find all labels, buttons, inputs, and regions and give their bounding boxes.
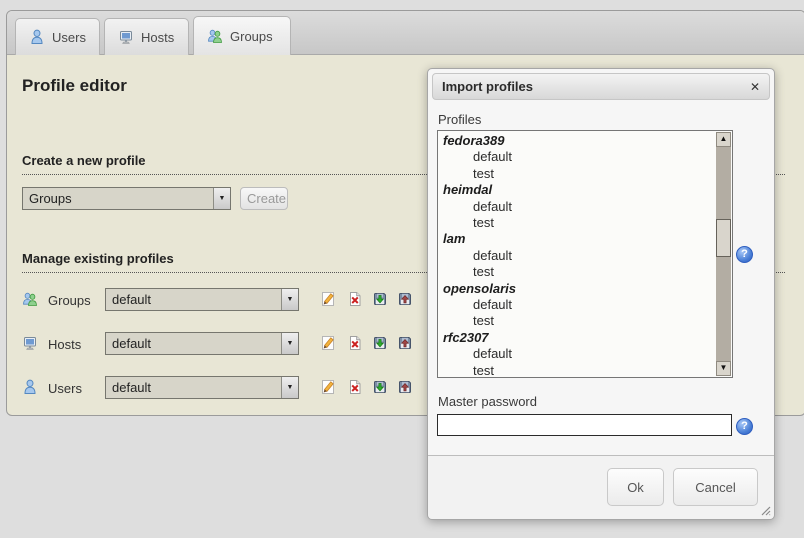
selected-value: default (106, 333, 281, 354)
chevron-down-icon: ▼ (287, 340, 294, 347)
tab-groups[interactable]: Groups (193, 16, 291, 55)
import-icon[interactable] (372, 291, 388, 312)
dialog-title: Import profiles (442, 79, 533, 94)
profile-option[interactable]: default (443, 346, 716, 362)
select-dropdown-button[interactable]: ▼ (281, 289, 298, 310)
help-icon[interactable]: ? (736, 246, 753, 263)
chevron-down-icon: ▼ (219, 195, 226, 202)
profile-group: lam (443, 231, 716, 247)
profile-group: fedora389 (443, 133, 716, 149)
group-icon (207, 28, 223, 44)
profile-option[interactable]: default (443, 297, 716, 313)
user-icon (22, 379, 38, 400)
selected-value: default (106, 377, 281, 398)
delete-icon[interactable] (347, 335, 363, 356)
profile-option[interactable]: default (443, 149, 716, 165)
select-dropdown-button[interactable]: ▼ (281, 333, 298, 354)
host-icon (22, 335, 38, 356)
row-type-label: Groups (48, 293, 91, 308)
dialog-footer: Ok Cancel (428, 455, 774, 519)
dialog-titlebar[interactable]: Import profiles ✕ (432, 73, 770, 100)
import-icon[interactable] (372, 335, 388, 356)
profile-option[interactable]: test (443, 215, 716, 231)
page-title: Profile editor (22, 76, 127, 96)
groups-profile-select[interactable]: default ▼ (105, 288, 299, 311)
host-icon (118, 29, 134, 45)
help-icon[interactable]: ? (736, 418, 753, 435)
tab-label: Groups (230, 29, 273, 44)
profile-group: heimdal (443, 182, 716, 198)
tab-hosts[interactable]: Hosts (104, 18, 189, 55)
edit-icon[interactable] (320, 379, 336, 400)
profile-option[interactable]: test (443, 166, 716, 182)
export-icon[interactable] (397, 379, 413, 400)
tab-users[interactable]: Users (15, 18, 100, 55)
resize-handle-icon[interactable] (758, 503, 771, 516)
profile-option[interactable]: test (443, 313, 716, 329)
users-profile-select[interactable]: default ▼ (105, 376, 299, 399)
hosts-profile-select[interactable]: default ▼ (105, 332, 299, 355)
select-dropdown-button[interactable]: ▼ (281, 377, 298, 398)
profile-option[interactable]: default (443, 199, 716, 215)
profile-option[interactable]: default (443, 248, 716, 264)
row-type-label: Users (48, 381, 82, 396)
chevron-down-icon: ▼ (287, 296, 294, 303)
cancel-button[interactable]: Cancel (673, 468, 758, 506)
delete-icon[interactable] (347, 291, 363, 312)
master-password-label: Master password (438, 394, 537, 409)
master-password-input[interactable] (437, 414, 732, 436)
chevron-down-icon: ▼ (287, 384, 294, 391)
ok-button[interactable]: Ok (607, 468, 664, 506)
group-icon (22, 291, 38, 312)
user-icon (29, 29, 45, 45)
manage-row-hosts: Hosts default ▼ (7, 332, 437, 356)
profile-option[interactable]: test (443, 363, 716, 378)
manage-row-groups: Groups default ▼ (7, 288, 437, 312)
selected-value: Groups (23, 188, 213, 209)
selected-value: default (106, 289, 281, 310)
scroll-up-icon[interactable]: ▲ (716, 132, 731, 147)
import-profiles-dialog: Import profiles ✕ Profiles fedora389 def… (427, 68, 775, 520)
select-dropdown-button[interactable]: ▼ (213, 188, 230, 209)
manage-row-users: Users default ▼ (7, 376, 437, 400)
import-icon[interactable] (372, 379, 388, 400)
export-icon[interactable] (397, 291, 413, 312)
row-type-label: Hosts (48, 337, 81, 352)
profiles-listbox[interactable]: fedora389 default test heimdal default t… (437, 130, 733, 378)
export-icon[interactable] (397, 335, 413, 356)
edit-icon[interactable] (320, 335, 336, 356)
scroll-down-icon[interactable]: ▼ (716, 361, 731, 376)
create-button[interactable]: Create (240, 187, 288, 210)
profile-group: rfc2307 (443, 330, 716, 346)
listbox-scrollbar[interactable]: ▲ ▼ (716, 132, 731, 376)
tab-bar: Users Hosts Groups (7, 11, 804, 55)
close-icon[interactable]: ✕ (750, 81, 760, 93)
tab-label: Users (52, 30, 86, 45)
delete-icon[interactable] (347, 379, 363, 400)
profile-option[interactable]: test (443, 264, 716, 280)
edit-icon[interactable] (320, 291, 336, 312)
scrollbar-thumb[interactable] (716, 219, 731, 257)
tab-label: Hosts (141, 30, 174, 45)
profiles-label: Profiles (438, 112, 481, 127)
profile-group: opensolaris (443, 281, 716, 297)
profile-type-select[interactable]: Groups ▼ (22, 187, 231, 210)
